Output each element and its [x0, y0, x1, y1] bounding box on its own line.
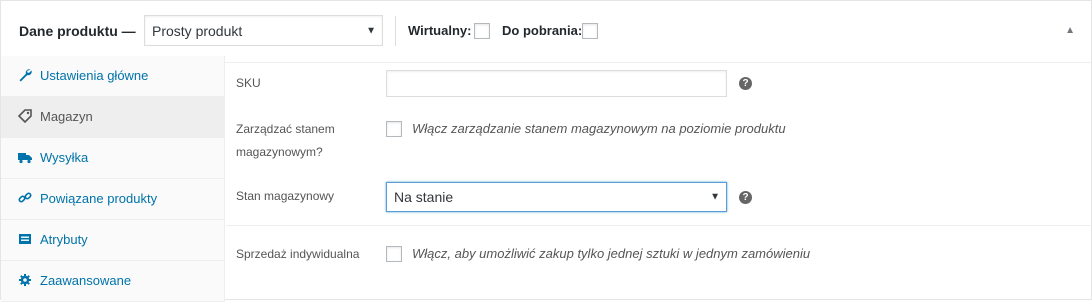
tab-label: Powiązane produkty: [40, 191, 158, 206]
tab-shipping[interactable]: Wysyłka: [1, 138, 225, 179]
sold-individually-description: Włącz, aby umożliwić zakup tylko jednej …: [412, 246, 811, 261]
manage-stock-description: Włącz zarządzanie stanem magazynowym na …: [412, 121, 786, 136]
sold-individually-label: Sprzedaż indywidualna: [236, 247, 360, 261]
product-data-tabs: Ustawienia główne Magazyn Wysyłka Powiąz…: [1, 56, 225, 302]
manage-stock-checkbox[interactable]: [386, 121, 402, 137]
tab-inventory[interactable]: Magazyn: [1, 97, 225, 138]
gear-icon: [18, 273, 32, 287]
sku-label: SKU: [236, 76, 261, 90]
tab-general[interactable]: Ustawienia główne: [1, 56, 225, 97]
tab-attributes[interactable]: Atrybuty: [1, 220, 225, 261]
tab-label: Magazyn: [40, 109, 93, 124]
chevron-down-icon: ▼: [710, 191, 720, 203]
help-icon[interactable]: ?: [739, 77, 752, 90]
panel-title: Dane produktu —: [19, 23, 136, 39]
product-data-header: Dane produktu — Prosty produkt ▼ Wirtual…: [1, 1, 1091, 63]
tab-label: Wysyłka: [40, 150, 89, 165]
collapse-arrow-icon[interactable]: ▲: [1065, 25, 1075, 36]
product-data-panel: Dane produktu — Prosty produkt ▼ Wirtual…: [0, 0, 1092, 302]
downloadable-checkbox[interactable]: [582, 23, 598, 39]
chevron-down-icon: ▼: [366, 25, 376, 36]
manage-stock-label: Zarządzać stanem: [236, 122, 335, 136]
tab-label: Atrybuty: [40, 232, 88, 247]
stock-status-value: Na stanie: [394, 189, 454, 205]
virtual-checkbox[interactable]: [474, 23, 490, 39]
truck-icon: [18, 150, 32, 164]
list-icon: [18, 232, 32, 246]
sku-input[interactable]: [386, 70, 727, 97]
link-icon: [18, 191, 32, 205]
product-type-value: Prosty produkt: [152, 22, 243, 39]
tab-label: Ustawienia główne: [40, 68, 149, 83]
stock-status-select[interactable]: Na stanie ▼: [386, 182, 727, 212]
downloadable-label: Do pobrania:: [502, 23, 583, 38]
manage-stock-label-line2: magazynowym?: [236, 145, 323, 159]
tab-advanced[interactable]: Zaawansowane: [1, 261, 225, 302]
header-divider: [395, 16, 396, 46]
tab-label: Zaawansowane: [40, 273, 132, 288]
tab-linked-products[interactable]: Powiązane produkty: [1, 179, 225, 220]
product-type-select[interactable]: Prosty produkt ▼: [144, 15, 383, 46]
stock-status-label: Stan magazynowy: [236, 189, 335, 203]
tag-icon: [17, 109, 32, 124]
help-icon[interactable]: ?: [739, 191, 752, 204]
section-divider: [226, 225, 1092, 226]
sold-individually-checkbox[interactable]: [386, 246, 402, 262]
wrench-icon: [18, 68, 32, 82]
virtual-label: Wirtualny:: [408, 23, 472, 38]
